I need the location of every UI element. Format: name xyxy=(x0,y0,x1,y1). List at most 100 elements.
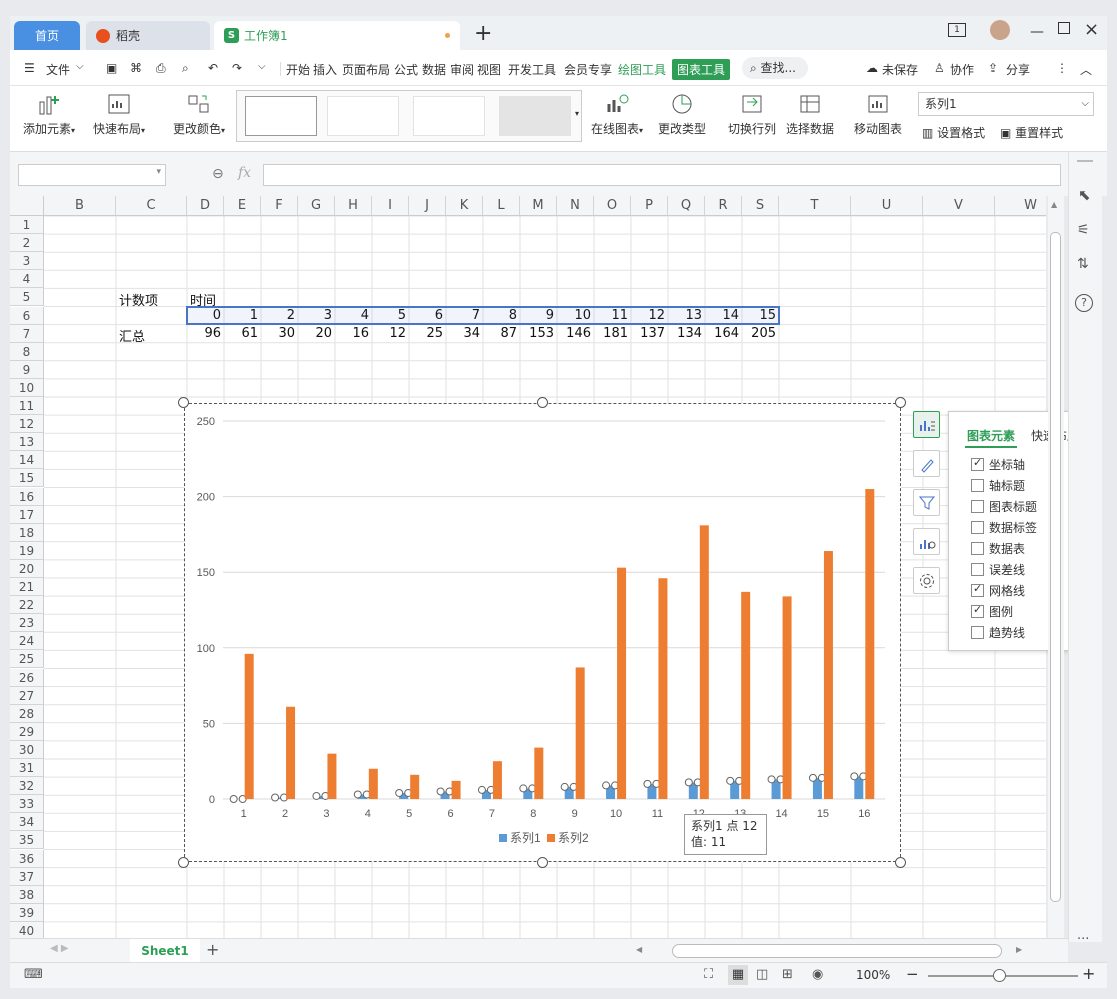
resize-handle[interactable] xyxy=(537,857,548,868)
chart-element-option[interactable]: 趋势线 xyxy=(971,624,1025,641)
row-header-11[interactable]: 11 xyxy=(10,397,44,416)
scroll-left-icon[interactable]: ◀ xyxy=(636,945,642,954)
pointer-icon[interactable]: ⬉ xyxy=(1078,186,1091,204)
cell-label-total[interactable]: 汇总 xyxy=(119,326,145,345)
cell-total-value[interactable]: 146 xyxy=(557,326,591,341)
maximize-icon[interactable] xyxy=(1058,22,1070,34)
bar-series2[interactable] xyxy=(244,653,254,799)
switch-rowcol-button[interactable]: 切换行列 xyxy=(726,92,778,137)
cell-total-value[interactable]: 34 xyxy=(446,326,480,341)
selection-handle[interactable] xyxy=(808,773,817,782)
row-header-30[interactable]: 30 xyxy=(10,740,44,759)
row-header-2[interactable]: 2 xyxy=(10,234,44,253)
legend-label[interactable]: 系列2 xyxy=(558,831,589,845)
change-type-button[interactable]: 更改类型 xyxy=(656,92,708,137)
row-header-39[interactable]: 39 xyxy=(10,903,44,922)
column-header-g[interactable]: G xyxy=(298,196,335,216)
selected-range[interactable] xyxy=(186,306,780,325)
row-header-28[interactable]: 28 xyxy=(10,704,44,723)
row-header-17[interactable]: 17 xyxy=(10,505,44,524)
cell-total-value[interactable]: 96 xyxy=(187,326,221,341)
selection-handle[interactable] xyxy=(229,795,238,803)
column-header-t[interactable]: T xyxy=(779,196,851,216)
bar-series2[interactable] xyxy=(741,591,751,799)
chart-style-thumb[interactable] xyxy=(245,96,317,136)
minimize-icon[interactable]: — xyxy=(1030,24,1044,40)
cell-total-value[interactable]: 61 xyxy=(224,326,258,341)
row-header-8[interactable]: 8 xyxy=(10,342,44,361)
row-header-5[interactable]: 5 xyxy=(10,288,44,307)
row-header-34[interactable]: 34 xyxy=(10,813,44,832)
chart-element-option[interactable]: 数据表 xyxy=(971,540,1025,557)
horizontal-scrollbar-thumb[interactable] xyxy=(672,944,1002,958)
formula-input[interactable] xyxy=(263,164,1061,186)
bar-series2[interactable] xyxy=(286,706,296,799)
checkbox[interactable] xyxy=(971,582,984,597)
menu-page-layout[interactable]: 页面布局 xyxy=(342,61,390,78)
row-header-12[interactable]: 12 xyxy=(10,415,44,434)
row-header-26[interactable]: 26 xyxy=(10,668,44,687)
menu-insert[interactable]: 插入 xyxy=(313,61,337,78)
column-header-i[interactable]: I xyxy=(372,196,409,216)
checkbox[interactable] xyxy=(971,563,984,576)
save-icon[interactable]: ▣ xyxy=(106,61,117,75)
checkbox[interactable] xyxy=(971,626,984,639)
selection-handle[interactable] xyxy=(312,791,321,800)
collapse-ribbon-icon[interactable]: ︿ xyxy=(1080,61,1092,78)
chart-element-option[interactable]: 坐标轴 xyxy=(971,456,1025,473)
chart-element-option[interactable]: 轴标题 xyxy=(971,477,1025,494)
menu-formula[interactable]: 公式 xyxy=(394,61,418,78)
bar-series2[interactable] xyxy=(534,747,544,799)
selection-handle[interactable] xyxy=(560,782,569,791)
cell-total-value[interactable]: 153 xyxy=(520,326,554,341)
selection-handle[interactable] xyxy=(519,784,528,793)
column-header-j[interactable]: J xyxy=(409,196,446,216)
selection-handle[interactable] xyxy=(643,779,652,788)
chart-element-option[interactable]: 误差线 xyxy=(971,561,1025,578)
cell-total-value[interactable]: 25 xyxy=(409,326,443,341)
selection-handle[interactable] xyxy=(353,790,362,799)
avatar[interactable] xyxy=(990,20,1010,40)
bar-series2[interactable] xyxy=(368,768,378,799)
menu-view[interactable]: 视图 xyxy=(477,61,501,78)
column-header-f[interactable]: F xyxy=(261,196,298,216)
row-header-37[interactable]: 37 xyxy=(10,867,44,886)
scroll-up-icon[interactable]: ▲ xyxy=(1051,200,1057,209)
menu-member[interactable]: 会员专享 xyxy=(564,61,612,78)
row-header-32[interactable]: 32 xyxy=(10,777,44,796)
row-header-20[interactable]: 20 xyxy=(10,559,44,578)
column-header-b[interactable]: B xyxy=(44,196,116,216)
select-data-button[interactable]: 选择数据 xyxy=(784,92,836,137)
bar-series2[interactable] xyxy=(492,761,502,799)
column-header-k[interactable]: K xyxy=(446,196,483,216)
column-header-w[interactable]: W xyxy=(995,196,1046,216)
close-icon[interactable]: × xyxy=(1084,19,1099,40)
bar-chart[interactable]: 05010015020025012345678910111213141516系列… xyxy=(185,404,900,861)
set-format-button[interactable]: ▥ 设置格式 xyxy=(922,124,985,141)
online-chart-button[interactable]: 在线图表▾ xyxy=(588,92,646,137)
row-header-6[interactable]: 6 xyxy=(10,306,44,325)
cell-total-value[interactable]: 12 xyxy=(372,326,406,341)
row-header-40[interactable]: 40 xyxy=(10,921,44,938)
resize-handle[interactable] xyxy=(178,857,189,868)
undo-icon[interactable]: ↶ xyxy=(208,61,218,75)
column-header-h[interactable]: H xyxy=(335,196,372,216)
menu-start[interactable]: 开始 xyxy=(286,61,310,78)
checkbox[interactable] xyxy=(971,542,984,555)
column-header-p[interactable]: P xyxy=(631,196,668,216)
row-header-9[interactable]: 9 xyxy=(10,360,44,379)
change-color-button[interactable]: 更改颜色▾ xyxy=(170,92,228,137)
cell-total-value[interactable]: 87 xyxy=(483,326,517,341)
tab-daoke[interactable]: 稻壳 xyxy=(86,21,210,50)
selection-handle[interactable] xyxy=(767,775,776,784)
row-header-38[interactable]: 38 xyxy=(10,885,44,904)
page-break-icon[interactable]: ⊞ xyxy=(782,967,793,982)
row-header-29[interactable]: 29 xyxy=(10,722,44,741)
chart-style-button[interactable] xyxy=(913,450,940,477)
bar-series2[interactable] xyxy=(699,525,709,799)
chart-element-option[interactable]: 网格线 xyxy=(971,582,1025,599)
print-icon[interactable]: ⎙ xyxy=(156,61,166,76)
column-header-u[interactable]: U xyxy=(851,196,923,216)
checkbox[interactable] xyxy=(971,479,984,492)
row-header-18[interactable]: 18 xyxy=(10,523,44,542)
